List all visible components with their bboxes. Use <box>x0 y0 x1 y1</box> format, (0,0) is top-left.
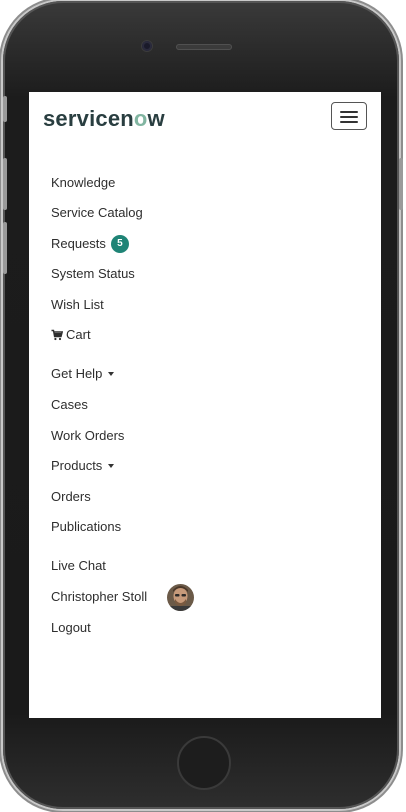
nav-item-requests[interactable]: Requests 5 <box>51 233 129 255</box>
volume-up-button <box>3 158 7 210</box>
speaker-grille <box>176 44 232 50</box>
volume-down-button <box>3 222 7 274</box>
user-name: Christopher Stoll <box>51 589 148 604</box>
nav-item-orders[interactable]: Orders <box>51 486 91 508</box>
camera-icon <box>142 41 152 51</box>
nav-item-get-help[interactable]: Get Help <box>51 363 115 385</box>
caret-down-icon <box>108 372 115 376</box>
nav-item-label: Knowledge <box>51 175 116 190</box>
nav-item-publications[interactable]: Publications <box>51 516 121 538</box>
screen: servicenow Knowledge Service Catalog Req… <box>29 92 381 718</box>
nav-item-cart[interactable]: Cart <box>51 324 91 346</box>
nav-item-label: Logout <box>51 620 91 635</box>
mute-switch <box>3 96 7 122</box>
avatar-image <box>167 583 195 611</box>
nav-item-label: System Status <box>51 266 135 281</box>
avatar[interactable] <box>167 583 195 611</box>
logo-prefix: servicen <box>43 106 134 131</box>
power-button <box>399 158 403 210</box>
nav-item-label: Cases <box>51 397 88 412</box>
servicenow-logo[interactable]: servicenow <box>43 106 165 132</box>
nav-item-label: Requests <box>51 236 106 251</box>
nav-item-label: Cart <box>66 327 91 342</box>
nav-item-label: Products <box>51 458 103 473</box>
home-button[interactable] <box>177 736 231 790</box>
phone-frame: servicenow Knowledge Service Catalog Req… <box>3 1 399 809</box>
nav-item-system-status[interactable]: System Status <box>51 263 135 285</box>
cart-icon <box>51 329 63 341</box>
requests-count-badge: 5 <box>110 235 129 253</box>
nav-item-wish-list[interactable]: Wish List <box>51 294 104 316</box>
menu-toggle-button[interactable] <box>331 102 367 130</box>
nav-item-label: Get Help <box>51 366 103 381</box>
caret-down-icon <box>108 464 115 468</box>
logo-suffix: w <box>147 106 165 131</box>
nav-item-live-chat[interactable]: Live Chat <box>51 555 106 577</box>
nav-item-label: Work Orders <box>51 428 125 443</box>
nav-item-products[interactable]: Products <box>51 455 115 477</box>
nav-item-label: Wish List <box>51 297 104 312</box>
nav-item-label: Orders <box>51 489 91 504</box>
nav-item-cases[interactable]: Cases <box>51 394 88 416</box>
nav-item-label: Publications <box>51 519 122 534</box>
nav-item-work-orders[interactable]: Work Orders <box>51 425 124 447</box>
nav-item-knowledge[interactable]: Knowledge <box>51 172 115 194</box>
nav-item-label: Live Chat <box>51 558 106 573</box>
nav-item-user-profile[interactable]: Christopher Stoll <box>51 583 195 611</box>
nav-item-service-catalog[interactable]: Service Catalog <box>51 202 143 224</box>
logo-accent-letter: o <box>133 106 148 131</box>
nav-item-logout[interactable]: Logout <box>51 617 91 639</box>
nav-item-label: Service Catalog <box>51 205 143 220</box>
